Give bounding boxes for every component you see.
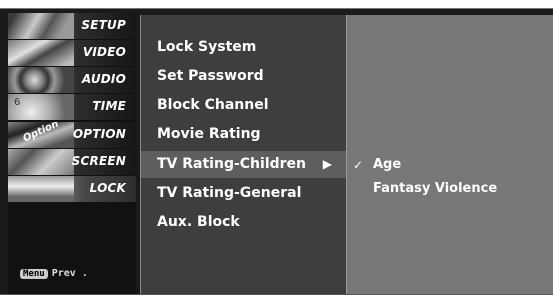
menu-item-label: Movie Rating — [157, 126, 261, 142]
menu-item-set-password[interactable]: Set Password — [141, 63, 346, 90]
submenu-item-age[interactable]: ✓ Age — [347, 153, 553, 177]
menu-item-tv-rating-general[interactable]: TV Rating-General — [141, 180, 346, 207]
submenu-item-fantasy-violence[interactable]: Fantasy Violence — [347, 177, 553, 201]
lock-thumbnail-icon — [8, 176, 74, 202]
tab-label: SETUP — [81, 18, 126, 32]
time-thumbnail-icon: 6 — [8, 94, 74, 120]
menu-item-movie-rating[interactable]: Movie Rating — [141, 121, 346, 148]
menu-item-label: TV Rating-Children — [157, 156, 307, 172]
option-thumbnail-icon: Option — [8, 122, 74, 148]
checkmark-icon: ✓ — [353, 158, 364, 172]
tab-video[interactable]: VIDEO — [8, 40, 136, 66]
submenu-item-label: Fantasy Violence — [373, 181, 498, 196]
clock-number: 6 — [14, 97, 21, 108]
menu-item-label: Lock System — [157, 39, 257, 55]
option-thumb-text: Option — [21, 122, 61, 145]
tv-osd-screen: SETUP VIDEO AUDIO 6 TIME Option OPTION S… — [0, 8, 553, 295]
tab-audio[interactable]: AUDIO — [8, 67, 136, 93]
menu-key-icon: Menu — [20, 269, 48, 279]
tab-setup[interactable]: SETUP — [8, 13, 136, 39]
video-thumbnail-icon — [8, 40, 74, 66]
tab-label: SCREEN — [71, 154, 126, 168]
lock-menu-panel: Lock System Set Password Block Channel M… — [140, 15, 346, 294]
menu-item-label: TV Rating-General — [157, 185, 302, 201]
tab-time[interactable]: 6 TIME — [8, 94, 136, 120]
prev-hint[interactable]: Menu Prev . — [20, 268, 88, 279]
menu-item-label: Set Password — [157, 68, 264, 84]
submenu-item-label: Age — [373, 157, 402, 172]
menu-tab-column: SETUP VIDEO AUDIO 6 TIME Option OPTION S… — [8, 13, 136, 294]
tab-option[interactable]: Option OPTION — [8, 122, 136, 148]
menu-item-label: Aux. Block — [157, 214, 240, 230]
menu-item-block-channel[interactable]: Block Channel — [141, 92, 346, 119]
audio-thumbnail-icon — [8, 67, 74, 93]
submenu-panel: ✓ Age Fantasy Violence — [346, 15, 553, 294]
tab-label: AUDIO — [81, 72, 126, 86]
tab-label: LOCK — [89, 181, 126, 195]
tab-screen[interactable]: SCREEN — [8, 149, 136, 175]
tab-label: VIDEO — [82, 45, 126, 59]
menu-item-lock-system[interactable]: Lock System — [141, 34, 346, 61]
tab-lock[interactable]: LOCK — [8, 176, 136, 202]
menu-item-tv-rating-children[interactable]: TV Rating-Children ▶ — [141, 151, 346, 178]
arrow-right-icon: ▶ — [322, 157, 332, 171]
prev-label: Prev . — [51, 268, 88, 279]
tab-label: OPTION — [72, 127, 126, 141]
setup-thumbnail-icon — [8, 13, 74, 39]
menu-item-aux-block[interactable]: Aux. Block — [141, 209, 346, 236]
screen-thumbnail-icon — [8, 149, 74, 175]
tab-label: TIME — [92, 99, 126, 113]
menu-item-label: Block Channel — [157, 97, 269, 113]
